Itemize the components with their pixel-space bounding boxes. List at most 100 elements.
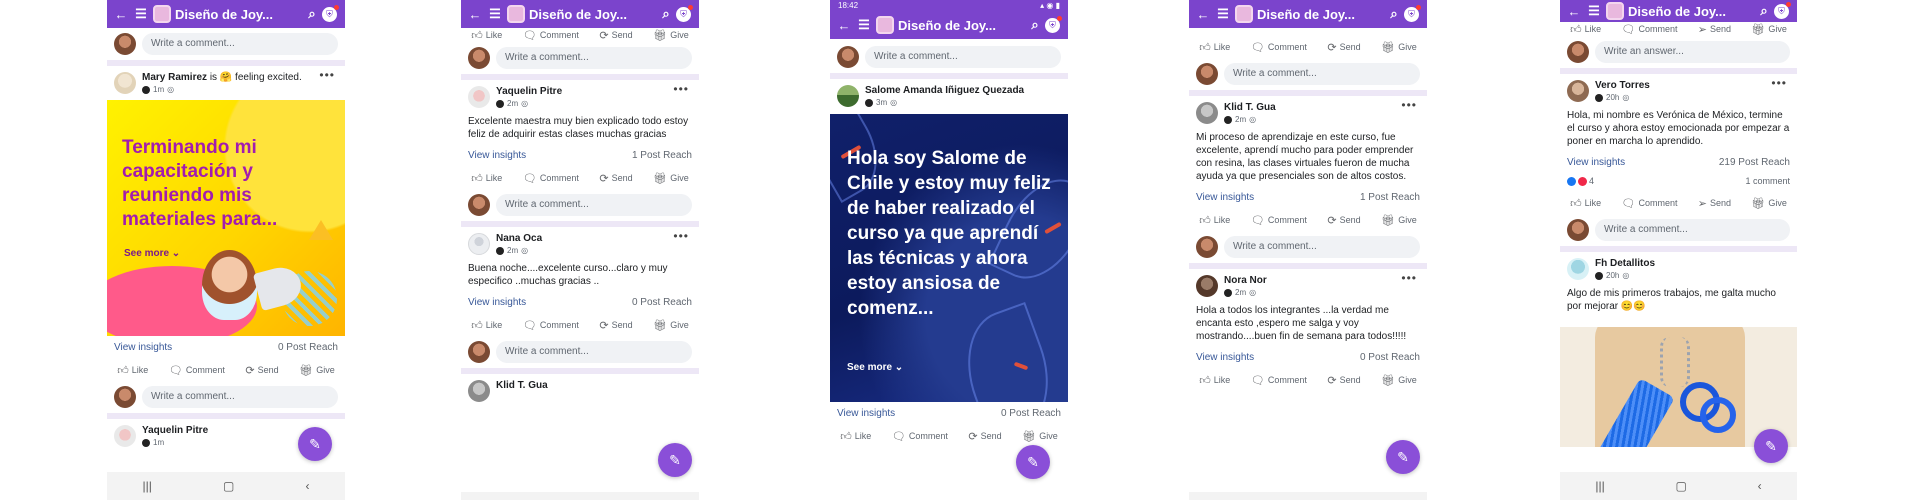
comment-button[interactable]: 🗨︎ Comment xyxy=(1251,374,1307,387)
more-options-icon[interactable]: ••• xyxy=(1401,271,1417,285)
send-button[interactable]: ⟳ Send xyxy=(968,430,1001,443)
author-name[interactable]: Nana Oca xyxy=(496,233,692,244)
give-button[interactable]: 🎁︎ Give xyxy=(1381,214,1416,227)
group-title[interactable]: Diseño de Joy... xyxy=(1628,4,1754,19)
send-button[interactable]: ⟳ Send xyxy=(599,172,632,185)
comment-count[interactable]: 1 comment xyxy=(1745,176,1790,186)
avatar[interactable] xyxy=(1567,258,1589,280)
author-name[interactable]: Salome Amanda Iñiguez Quezada xyxy=(865,85,1061,96)
post-image[interactable]: Terminando mi capacitación y reuniendo m… xyxy=(107,100,345,336)
author-name[interactable]: Vero Torres xyxy=(1595,80,1790,91)
avatar[interactable] xyxy=(468,86,490,108)
back-icon[interactable]: ‹ xyxy=(305,479,309,493)
view-insights-link[interactable]: View insights xyxy=(468,297,526,308)
back-icon[interactable]: ‹ xyxy=(1758,479,1762,493)
view-insights-link[interactable]: View insights xyxy=(837,408,895,419)
menu-icon[interactable]: ☰ xyxy=(854,15,874,35)
like-button[interactable]: 👍︎ Like xyxy=(840,430,871,443)
author-name[interactable]: Klid T. Gua xyxy=(1224,102,1420,113)
author-name[interactable]: Yaquelin Pitre xyxy=(496,86,692,97)
avatar[interactable] xyxy=(1196,275,1218,297)
reactions-row[interactable]: 4 1 comment xyxy=(1560,174,1797,192)
comment-button[interactable]: 🗨︎ Comment xyxy=(1621,197,1677,210)
compose-post-button[interactable]: ✎ xyxy=(1016,445,1050,479)
home-icon[interactable]: ▢ xyxy=(1676,479,1687,493)
compose-post-button[interactable]: ✎ xyxy=(298,427,332,461)
like-button[interactable]: 👍︎ Like xyxy=(1570,23,1601,36)
author-name[interactable]: Mary Ramirez xyxy=(142,72,207,83)
back-arrow-icon[interactable]: ← xyxy=(1193,4,1213,24)
like-button[interactable]: 👍︎ Like xyxy=(1199,374,1230,387)
comment-button[interactable]: 🗨︎ Comment xyxy=(1621,23,1677,36)
view-insights-link[interactable]: View insights xyxy=(1196,352,1254,363)
send-button[interactable]: ⟳ Send xyxy=(1327,374,1360,387)
give-button[interactable]: 🎁︎ Give xyxy=(1381,41,1416,54)
give-button[interactable]: 🎁︎ Give xyxy=(299,364,334,377)
give-button[interactable]: 🎁︎ Give xyxy=(1381,374,1416,387)
author-name[interactable]: Nora Nor xyxy=(1224,275,1420,286)
comment-input[interactable]: Write a comment... xyxy=(1224,63,1420,85)
comment-button[interactable]: 🗨︎ Comment xyxy=(1251,41,1307,54)
comment-input[interactable]: Write a comment... xyxy=(496,341,692,363)
comment-button[interactable]: 🗨︎ Comment xyxy=(523,172,579,185)
author-name[interactable]: Klid T. Gua xyxy=(496,380,692,391)
like-button[interactable]: 👍︎ Like xyxy=(471,172,502,185)
comment-input[interactable]: Write a comment... xyxy=(142,386,338,408)
back-arrow-icon[interactable]: ← xyxy=(834,15,854,35)
recent-apps-icon[interactable]: ||| xyxy=(1595,479,1604,493)
view-insights-link[interactable]: View insights xyxy=(1567,157,1625,168)
like-button[interactable]: 👍︎ Like xyxy=(1570,197,1601,210)
group-title[interactable]: Diseño de Joy... xyxy=(175,7,302,22)
like-button[interactable]: 👍︎ Like xyxy=(1199,41,1230,54)
comment-input[interactable]: Write a comment... xyxy=(865,46,1061,68)
give-button[interactable]: 🎁︎ Give xyxy=(1022,430,1057,443)
post-image[interactable]: Hola soy Salome de Chile y estoy muy fel… xyxy=(830,114,1068,402)
avatar[interactable] xyxy=(1196,102,1218,124)
back-arrow-icon[interactable]: ← xyxy=(465,4,485,24)
menu-icon[interactable]: ☰ xyxy=(1213,4,1233,24)
like-button[interactable]: 👍︎ Like xyxy=(471,29,502,42)
give-button[interactable]: 🎁︎ Give xyxy=(1751,23,1786,36)
avatar[interactable] xyxy=(114,425,136,447)
avatar[interactable] xyxy=(837,85,859,107)
view-insights-link[interactable]: View insights xyxy=(468,150,526,161)
send-button[interactable]: ⟳ Send xyxy=(245,364,278,377)
search-icon[interactable]: ⌕ xyxy=(1025,15,1045,35)
shield-icon[interactable]: ⛨ xyxy=(322,4,339,22)
comment-button[interactable]: 🗨︎ Comment xyxy=(523,319,579,332)
see-more-link[interactable]: See more ⌄ xyxy=(847,362,903,373)
more-options-icon[interactable]: ••• xyxy=(1771,76,1787,90)
compose-post-button[interactable]: ✎ xyxy=(658,443,692,477)
like-button[interactable]: 👍︎ Like xyxy=(1199,214,1230,227)
group-title[interactable]: Diseño de Joy... xyxy=(1257,7,1384,22)
compose-post-button[interactable]: ✎ xyxy=(1754,429,1788,463)
shield-icon[interactable]: ⛨ xyxy=(676,4,693,22)
comment-input[interactable]: Write a comment... xyxy=(142,33,338,55)
menu-icon[interactable]: ☰ xyxy=(1584,1,1604,21)
comment-button[interactable]: 🗨︎ Comment xyxy=(523,29,579,42)
view-insights-link[interactable]: View insights xyxy=(114,342,172,353)
search-icon[interactable]: ⌕ xyxy=(656,4,676,24)
menu-icon[interactable]: ☰ xyxy=(131,4,151,24)
group-title[interactable]: Diseño de Joy... xyxy=(529,7,656,22)
give-button[interactable]: 🎁︎ Give xyxy=(1751,197,1786,210)
post-image[interactable] xyxy=(1560,327,1797,447)
avatar[interactable] xyxy=(468,233,490,255)
comment-input[interactable]: Write a comment... xyxy=(1224,236,1420,258)
send-button[interactable]: ⟳ Send xyxy=(1327,41,1360,54)
comment-button[interactable]: 🗨︎ Comment xyxy=(1251,214,1307,227)
send-button[interactable]: ⟳ Send xyxy=(599,29,632,42)
search-icon[interactable]: ⌕ xyxy=(1754,1,1774,21)
back-arrow-icon[interactable]: ← xyxy=(1564,1,1584,21)
group-title[interactable]: Diseño de Joy... xyxy=(898,18,1025,33)
comment-input[interactable]: Write a comment... xyxy=(496,194,692,216)
give-button[interactable]: 🎁︎ Give xyxy=(653,319,688,332)
view-insights-link[interactable]: View insights xyxy=(1196,192,1254,203)
comment-input[interactable]: Write a comment... xyxy=(496,47,692,69)
like-button[interactable]: 👍︎ Like xyxy=(117,364,148,377)
avatar[interactable] xyxy=(114,72,136,94)
menu-icon[interactable]: ☰ xyxy=(485,4,505,24)
see-more-link[interactable]: See more ⌄ xyxy=(124,248,180,259)
more-options-icon[interactable]: ••• xyxy=(673,82,689,96)
give-button[interactable]: 🎁︎ Give xyxy=(653,29,688,42)
